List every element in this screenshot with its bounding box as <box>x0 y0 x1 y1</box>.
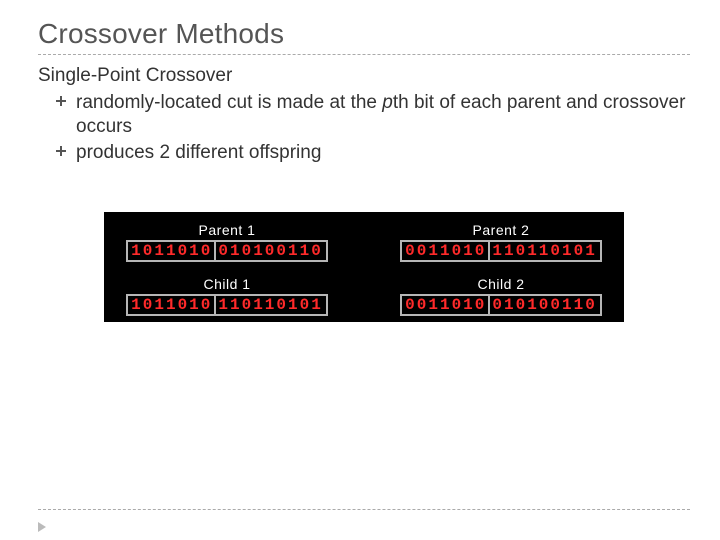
bullet-icon <box>56 96 66 106</box>
cut-marker <box>214 296 216 314</box>
parent-2-label: Parent 2 <box>396 222 606 238</box>
list-item: produces 2 different offspring <box>56 141 690 165</box>
footer-arrow-icon <box>38 522 46 532</box>
diagram-row-gap <box>110 262 618 276</box>
parent-2-bits: 0011010 110110101 <box>400 240 602 262</box>
parent-2-left-segment: 0011010 <box>404 243 487 259</box>
bullet-text: produces 2 different offspring <box>76 141 321 165</box>
child-1-cell: Child 1 1011010 110110101 <box>122 276 332 316</box>
bullet-icon <box>56 146 66 156</box>
bullet-text: randomly-located cut is made at the pth … <box>76 91 690 139</box>
footer-divider <box>38 509 690 510</box>
child-2-bits: 0011010 010100110 <box>400 294 602 316</box>
child-1-label: Child 1 <box>122 276 332 292</box>
parent-2-right-segment: 110110101 <box>491 243 597 259</box>
parent-1-left-segment: 1011010 <box>130 243 213 259</box>
child-2-cell: Child 2 0011010 010100110 <box>396 276 606 316</box>
bullet-pre: produces 2 different offspring <box>76 142 321 163</box>
list-item: randomly-located cut is made at the pth … <box>56 91 690 139</box>
bullet-em: p <box>382 92 393 113</box>
title-divider <box>38 54 690 55</box>
page-title: Crossover Methods <box>38 18 690 50</box>
cut-marker <box>488 242 490 260</box>
diagram-parents-row: Parent 1 1011010 010100110 Parent 2 0011… <box>110 222 618 262</box>
cut-marker <box>488 296 490 314</box>
slide: Crossover Methods Single-Point Crossover… <box>0 0 720 540</box>
child-2-label: Child 2 <box>396 276 606 292</box>
parent-2-cell: Parent 2 0011010 110110101 <box>396 222 606 262</box>
bullet-list: randomly-located cut is made at the pth … <box>56 91 690 164</box>
child-1-bits: 1011010 110110101 <box>126 294 328 316</box>
parent-1-cell: Parent 1 1011010 010100110 <box>122 222 332 262</box>
diagram-children-row: Child 1 1011010 110110101 Child 2 001101… <box>110 276 618 316</box>
child-1-left-segment: 1011010 <box>130 297 213 313</box>
bullet-pre: randomly-located cut is made at the <box>76 92 382 113</box>
child-1-right-segment: 110110101 <box>217 297 323 313</box>
child-2-left-segment: 0011010 <box>404 297 487 313</box>
section-subhead: Single-Point Crossover <box>38 65 690 87</box>
cut-marker <box>214 242 216 260</box>
parent-1-bits: 1011010 010100110 <box>126 240 328 262</box>
crossover-diagram: Parent 1 1011010 010100110 Parent 2 0011… <box>104 212 624 322</box>
parent-1-right-segment: 010100110 <box>217 243 323 259</box>
child-2-right-segment: 010100110 <box>491 297 597 313</box>
parent-1-label: Parent 1 <box>122 222 332 238</box>
